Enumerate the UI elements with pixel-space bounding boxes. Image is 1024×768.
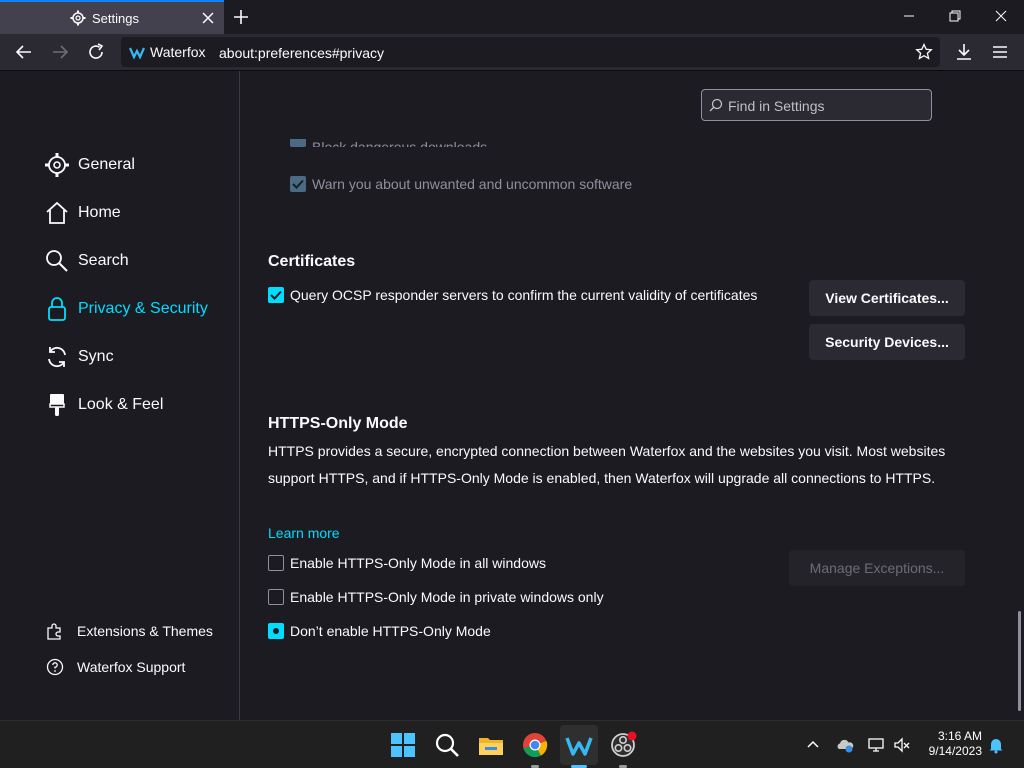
forward-icon[interactable] [48, 40, 72, 64]
radio-selected-dot [273, 628, 279, 634]
sidebar-item-general[interactable]: General [44, 150, 135, 180]
taskbar: 3:16 AM 9/14/2023 [0, 720, 1024, 768]
block-downloads-checkbox[interactable] [290, 139, 306, 147]
close-tab-icon[interactable] [200, 10, 216, 26]
sidebar-item-sync[interactable]: Sync [44, 342, 114, 372]
waterfox-taskbar-button[interactable] [560, 725, 598, 765]
sidebar-item-label: Sync [78, 348, 114, 365]
file-explorer-icon[interactable] [477, 731, 505, 759]
search-icon[interactable] [433, 731, 461, 759]
windows-start-icon[interactable] [389, 731, 417, 759]
reload-icon[interactable] [84, 40, 108, 64]
address-bar[interactable]: Waterfox about:preferences#privacy [121, 37, 940, 67]
chrome-icon[interactable] [521, 731, 549, 759]
https-only-heading: HTTPS-Only Mode [268, 415, 408, 432]
https-all-windows-radio[interactable] [268, 555, 284, 571]
security-devices-button[interactable]: Security Devices... [809, 324, 965, 360]
sidebar-footer-support[interactable]: Waterfox Support [46, 657, 185, 677]
system-clock[interactable]: 3:16 AM 9/14/2023 [918, 729, 982, 759]
check-icon [270, 290, 282, 300]
lock-icon [48, 297, 66, 321]
warn-unwanted-software-label: Warn you about unwanted and uncommon sof… [312, 176, 633, 192]
waterfox-icon [129, 47, 145, 60]
tab-settings[interactable]: Settings [0, 0, 224, 34]
search-placeholder: Find in Settings [728, 98, 825, 114]
sidebar-item-privacy-security[interactable]: Privacy & Security [44, 294, 208, 324]
obs-studio-icon[interactable] [609, 731, 637, 759]
home-icon [46, 201, 68, 224]
check-icon [292, 179, 304, 189]
sidebar-item-label: Search [78, 252, 129, 269]
sync-icon [48, 346, 66, 368]
onedrive-icon[interactable] [836, 736, 854, 754]
sidebar-item-home[interactable]: Home [44, 198, 121, 228]
block-downloads-label: Block dangerous downloads [312, 139, 488, 147]
puzzle-piece-icon [47, 623, 61, 640]
https-disabled-label: Don’t enable HTTPS-Only Mode [290, 623, 491, 639]
block-downloads-row: Block dangerous downloads [312, 127, 512, 147]
certificates-heading: Certificates [268, 253, 356, 270]
chevron-up-icon[interactable] [804, 736, 822, 754]
settings-page: General Home Search Privacy & Security S… [0, 71, 1024, 720]
scrollbar-thumb[interactable] [1018, 611, 1021, 711]
support-link: Waterfox Support [77, 659, 186, 675]
https-private-only-label: Enable HTTPS-Only Mode in private window… [290, 589, 604, 605]
ocsp-checkbox[interactable] [268, 287, 284, 303]
waterfox-icon [565, 737, 593, 756]
gear-icon [45, 153, 69, 177]
view-certificates-button[interactable]: View Certificates... [809, 280, 965, 316]
learn-more-link[interactable]: Learn more [268, 525, 340, 541]
downloads-icon[interactable] [952, 40, 976, 64]
https-disabled-radio[interactable] [268, 623, 284, 639]
restore-icon[interactable] [932, 0, 978, 32]
volume-muted-icon[interactable] [893, 736, 911, 754]
warn-unwanted-software-checkbox[interactable] [290, 176, 306, 192]
clock-time: 3:16 AM [937, 729, 982, 743]
search-icon [709, 98, 723, 112]
help-icon [46, 658, 64, 676]
gear-icon [70, 10, 86, 26]
sidebar-item-search[interactable]: Search [44, 246, 129, 276]
minimize-icon[interactable] [886, 0, 932, 32]
manage-exceptions-button[interactable]: Manage Exceptions... [789, 550, 965, 586]
clock-date: 9/14/2023 [928, 744, 982, 758]
paint-brush-icon [49, 394, 65, 416]
https-only-description: HTTPS provides a secure, encrypted conne… [268, 443, 946, 486]
menu-icon[interactable] [988, 40, 1012, 64]
close-window-icon[interactable] [978, 0, 1024, 32]
https-private-only-radio[interactable] [268, 589, 284, 605]
categories-sidebar: General Home Search Privacy & Security S… [0, 71, 240, 720]
sidebar-item-label: General [78, 156, 135, 173]
network-icon[interactable] [867, 736, 885, 754]
find-in-settings-input[interactable]: Find in Settings [701, 89, 932, 121]
ocsp-label: Query OCSP responder servers to confirm … [290, 287, 758, 303]
notification-bell-icon[interactable] [987, 736, 1005, 754]
search-icon [46, 250, 68, 272]
new-tab-icon[interactable] [230, 6, 252, 28]
https-all-windows-label: Enable HTTPS-Only Mode in all windows [290, 555, 546, 571]
sidebar-item-look-feel[interactable]: Look & Feel [44, 390, 163, 420]
tab-title: Settings [92, 11, 139, 26]
sidebar-item-label: Home [78, 204, 121, 221]
site-identity[interactable]: Waterfox [129, 44, 206, 60]
extensions-themes-link: Extensions & Themes [77, 623, 213, 639]
navigation-toolbar: Waterfox about:preferences#privacy [0, 34, 1024, 71]
url-text[interactable]: about:preferences#privacy [219, 45, 384, 61]
sidebar-item-label: Look & Feel [78, 396, 164, 413]
sidebar-item-label: Privacy & Security [78, 300, 208, 317]
site-identity-label: Waterfox [150, 44, 206, 60]
bookmark-star-icon[interactable] [915, 43, 933, 61]
back-icon[interactable] [12, 40, 36, 64]
tab-strip: Settings [0, 0, 1024, 34]
sidebar-footer-extensions-themes[interactable]: Extensions & Themes [46, 621, 213, 641]
